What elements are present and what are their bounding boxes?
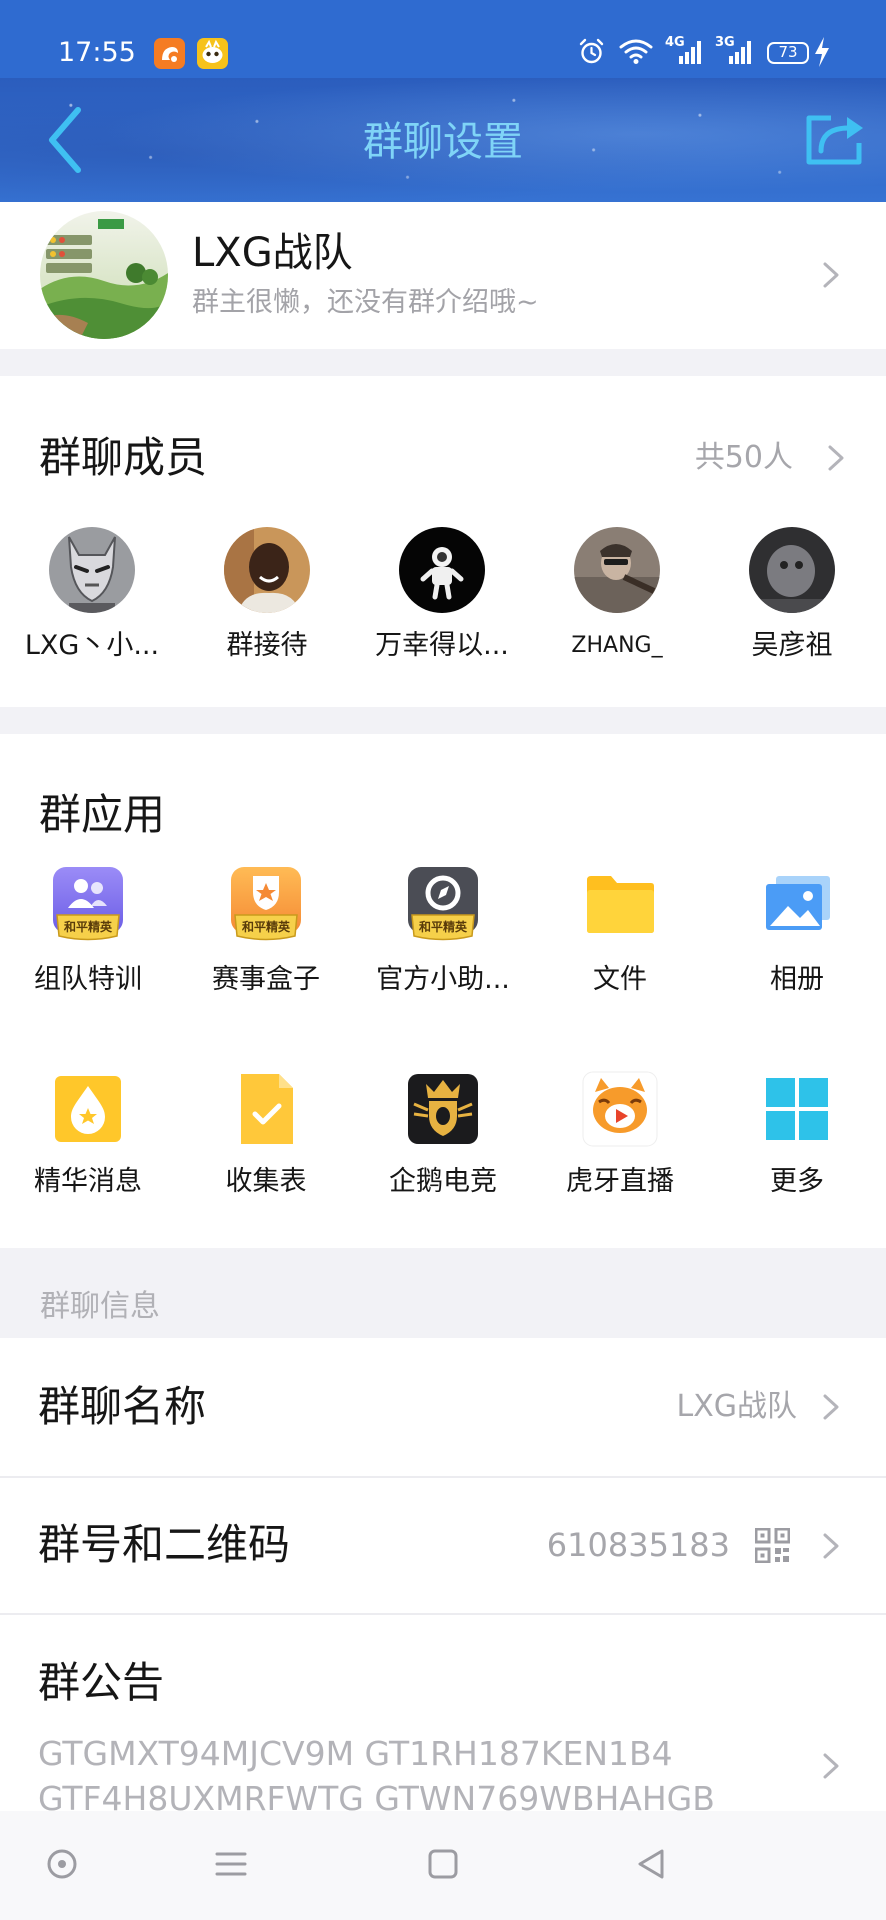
share-icon[interactable] [803,111,867,167]
alarm-icon [579,38,604,64]
group-profile-card[interactable]: LXG战队 群主很懒，还没有群介绍哦~ [0,202,886,349]
team-training-icon: 和平精英 [53,867,123,941]
app-label: 赛事盒子 [212,964,320,995]
app-item-penguin-esports[interactable]: 企鹅电竞 [358,1070,528,1205]
app-label: 虎牙直播 [566,1166,674,1197]
official-assistant-icon: 和平精英 [408,867,478,941]
row-label: 群聊名称 [38,1382,207,1431]
group-name-value: LXG战队 [676,1389,797,1424]
member-name: 群接待 [226,630,308,661]
group-id-qr-row[interactable]: 群号和二维码 610835183 [0,1478,886,1613]
group-id-value: 610835183 [546,1526,730,1564]
section-gap [0,349,886,376]
group-name: LXG战队 [192,230,353,276]
app-item-essence-messages[interactable]: 精华消息 [3,1070,173,1205]
member-avatar[interactable] [49,527,135,613]
wifi-icon [619,39,653,64]
page-title: 群聊设置 [363,119,523,165]
group-avatar[interactable] [40,211,168,339]
member-name: 万幸得以... [375,630,509,661]
row-label: 群号和二维码 [38,1520,291,1569]
system-nav-bar [0,1811,886,1920]
member-count: 共50人 [694,440,793,475]
status-time: 17:55 [58,37,136,68]
app-label: 官方小助... [376,964,510,995]
huya-live-icon [582,1071,658,1147]
app-item-team-training[interactable]: 和平精英 组队特训 [3,866,173,1001]
member-item[interactable]: LXG丶小... [7,527,177,667]
battery-level: 73 [778,43,798,61]
signal-4g-icon: 4G [665,36,705,66]
members-title: 群聊成员 [39,433,208,482]
apps-title: 群应用 [39,790,166,839]
section-gap [0,707,886,734]
back-triangle-icon[interactable] [634,1846,670,1882]
chevron-right-icon [823,1753,839,1779]
chevron-right-icon [828,445,844,471]
status-bar: 17:55 4G 3G 73 [0,0,886,78]
member-avatar[interactable] [574,527,660,613]
square-icon[interactable] [425,1846,461,1882]
chevron-right-icon [823,1533,839,1559]
member-avatar[interactable] [749,527,835,613]
row-label: 群公告 [38,1658,165,1707]
group-name-row[interactable]: 群聊名称 LXG战队 [0,1338,886,1476]
battery-icon: 73 [767,42,809,64]
qr-code-icon[interactable] [755,1528,790,1563]
app-item-official-assistant[interactable]: 和平精英 官方小助... [358,866,528,1001]
folder-icon [587,876,654,933]
charging-icon [815,37,829,67]
app-label: 精华消息 [34,1166,142,1197]
game-badge-text: 和平精英 [63,919,113,934]
notice-line: GTF4H8UXMRFWTG GTWN769WBHAHGB [38,1779,715,1811]
member-item[interactable]: 吴彦祖 [707,527,877,667]
app-label: 更多 [770,1166,824,1197]
app-label: 组队特训 [34,964,142,995]
app-label: 企鹅电竞 [389,1166,497,1197]
member-name: 吴彦祖 [751,630,833,661]
app-item-album[interactable]: 相册 [712,866,882,1001]
game-app-icon [197,38,228,69]
home-circle-icon[interactable] [44,1846,80,1882]
chevron-right-icon [823,1394,839,1420]
members-header-row[interactable]: 群聊成员 共50人 [0,376,886,486]
group-settings-screen: 17:55 4G 3G 73 群聊设置 LXG战队 群主很懒，还没有群介绍哦~ … [0,0,886,1920]
penguin-esports-icon [408,1074,478,1144]
section-title: 群聊信息 [40,1289,160,1324]
app-item-huya-live[interactable]: 虎牙直播 [535,1070,705,1205]
member-name: LXG丶小... [24,630,160,661]
section-header: 群聊信息 [0,1248,886,1338]
app-label: 收集表 [225,1166,307,1197]
event-box-icon: 和平精英 [231,867,301,941]
game-badge-text: 和平精英 [241,919,291,934]
app-item-event-box[interactable]: 和平精英 赛事盒子 [181,866,351,1001]
member-avatar[interactable] [224,527,310,613]
member-name: ZHANG_ [571,633,663,658]
chevron-right-icon [823,262,839,288]
signal-3g-icon: 3G [715,36,755,66]
member-item[interactable]: 万幸得以... [357,527,527,667]
more-grid-icon [766,1078,828,1140]
app-label: 相册 [770,964,824,995]
app-item-more[interactable]: 更多 [712,1070,882,1205]
game-badge-text: 和平精英 [418,919,468,934]
uc-browser-icon [154,38,185,69]
menu-icon[interactable] [213,1846,249,1882]
album-icon [766,876,830,930]
member-avatar[interactable] [399,527,485,613]
group-intro: 群主很懒，还没有群介绍哦~ [192,287,539,318]
notice-line: GTGMXT94MJCV9M GT1RH187KEN1B4 [38,1734,673,1773]
app-item-collection-form[interactable]: 收集表 [181,1070,351,1205]
essence-icon [55,1076,121,1142]
member-item[interactable]: 群接待 [182,527,352,667]
app-item-files[interactable]: 文件 [535,866,705,1001]
group-notice-text: GTGMXT94MJCV9M GT1RH187KEN1B4 GTF4H8UXMR… [38,1731,798,1811]
member-item[interactable]: ZHANG_ [532,527,702,667]
app-label: 文件 [593,964,647,995]
collection-form-icon [241,1074,293,1144]
